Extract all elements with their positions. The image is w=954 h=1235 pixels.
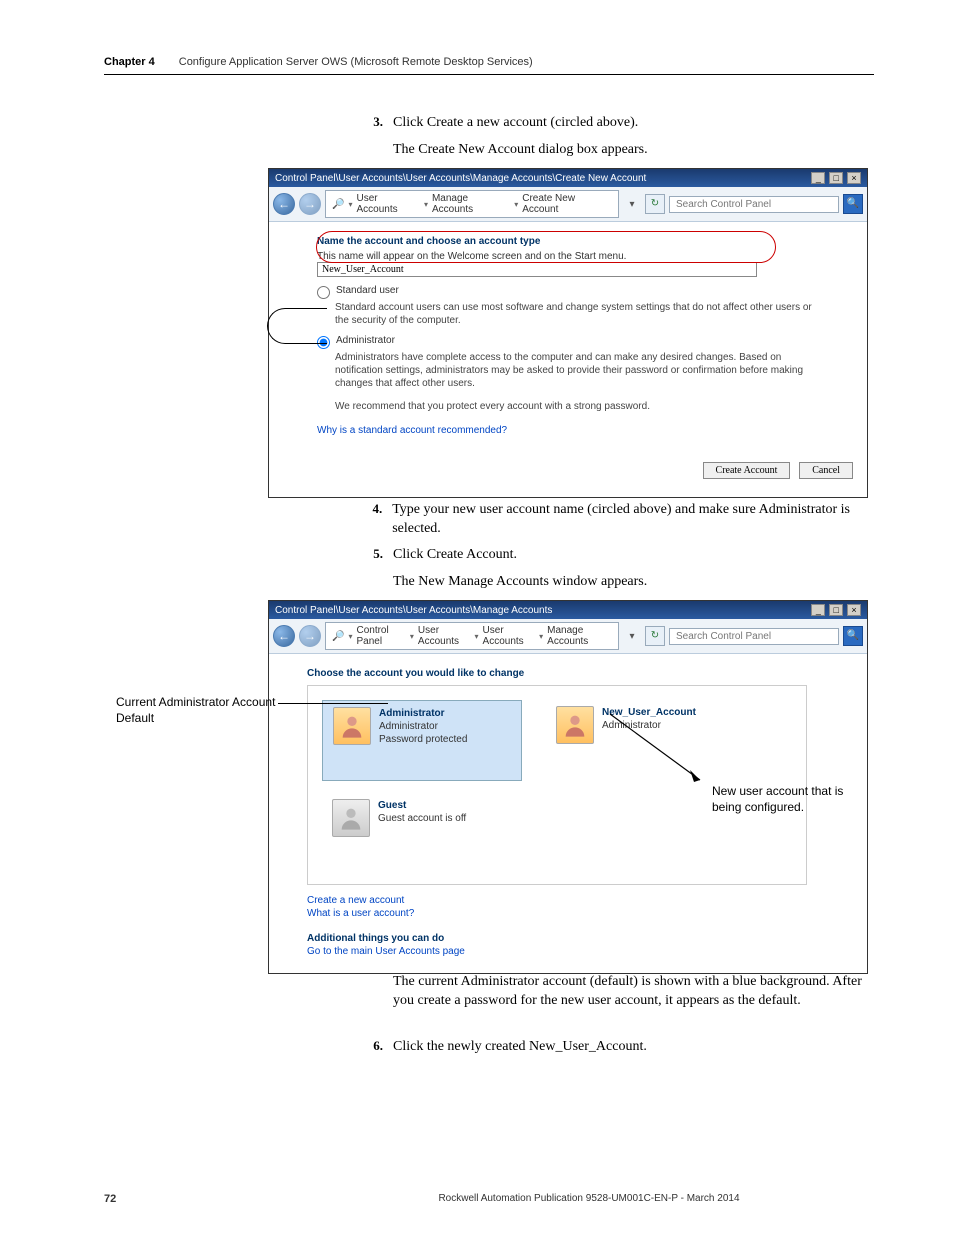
administrator-label: Administrator: [336, 335, 395, 346]
minimize-icon[interactable]: _: [811, 604, 825, 616]
standard-user-label: Standard user: [336, 285, 399, 296]
create-account-window: Control Panel\User Accounts\User Account…: [268, 168, 868, 498]
close-icon[interactable]: ×: [847, 172, 861, 184]
history-dropdown-icon[interactable]: ▾: [623, 631, 641, 642]
step-text: Type your new user account name (circled…: [392, 501, 877, 539]
search-input[interactable]: Search Control Panel: [669, 628, 839, 645]
search-icon[interactable]: 🔍: [843, 194, 863, 214]
publication-info: Rockwell Automation Publication 9528-UM0…: [304, 1193, 874, 1205]
breadcrumb[interactable]: 🔎▾ User Accounts▾ Manage Accounts▾ Creat…: [325, 190, 619, 218]
account-tile-newuser[interactable]: New_User_Account Administrator: [546, 700, 746, 781]
forward-button[interactable]: →: [299, 193, 321, 215]
back-button[interactable]: ←: [273, 193, 295, 215]
new-user-annotation: New user account that is being configure…: [712, 784, 862, 815]
dialog-heading: Choose the account you would like to cha…: [307, 668, 829, 679]
window-title: Control Panel\User Accounts\User Account…: [275, 173, 646, 184]
account-tile-guest[interactable]: Guest Guest account is off: [322, 793, 522, 871]
step-subtext: The New Manage Accounts window appears.: [393, 573, 647, 592]
refresh-icon[interactable]: ↻: [645, 194, 665, 214]
search-icon[interactable]: 🔍: [843, 626, 863, 646]
minimize-icon[interactable]: _: [811, 172, 825, 184]
step-number: 5.: [367, 546, 383, 592]
maximize-icon[interactable]: □: [829, 604, 843, 616]
account-role: Guest account is off: [378, 812, 466, 825]
standard-user-desc: Standard account users can use most soft…: [335, 301, 819, 327]
step-text: Click Create a new account (circled abov…: [393, 114, 648, 133]
chapter-label: Chapter 4: [104, 56, 155, 68]
account-role: Administrator: [379, 720, 467, 733]
maximize-icon[interactable]: □: [829, 172, 843, 184]
close-icon[interactable]: ×: [847, 604, 861, 616]
password-recommend: We recommend that you protect every acco…: [335, 400, 819, 413]
account-name: New_User_Account: [602, 706, 696, 719]
forward-button[interactable]: →: [299, 625, 321, 647]
admin-default-annotation: Current Administrator Account Default: [116, 695, 276, 726]
breadcrumb[interactable]: 🔎▾ Control Panel▾ User Accounts▾ User Ac…: [325, 622, 619, 650]
callout-bracket: [267, 308, 327, 344]
administrator-desc: Administrators have complete access to t…: [335, 351, 819, 390]
why-standard-link[interactable]: Why is a standard account recommended?: [317, 425, 819, 436]
search-input[interactable]: Search Control Panel: [669, 196, 839, 213]
create-account-button[interactable]: Create Account: [703, 462, 791, 479]
annotation-line: [278, 703, 388, 704]
step-number: 6.: [367, 1038, 383, 1057]
account-name-input[interactable]: [317, 262, 757, 277]
standard-user-radio[interactable]: [317, 286, 330, 299]
window-controls: _ □ ×: [810, 604, 861, 616]
step-text: Click Create Account.: [393, 546, 647, 565]
main-user-accounts-link[interactable]: Go to the main User Accounts page: [307, 946, 829, 957]
cancel-button[interactable]: Cancel: [799, 462, 853, 479]
additional-heading: Additional things you can do: [307, 933, 829, 944]
avatar-icon: [556, 706, 594, 744]
dialog-subtext: This name will appear on the Welcome scr…: [317, 251, 819, 262]
what-is-account-link[interactable]: What is a user account?: [307, 908, 829, 919]
refresh-icon[interactable]: ↻: [645, 626, 665, 646]
create-new-account-link[interactable]: Create a new account: [307, 895, 829, 906]
account-tile-admin[interactable]: Administrator Administrator Password pro…: [322, 700, 522, 781]
window-controls: _ □ ×: [810, 172, 861, 184]
account-name: Administrator: [379, 707, 467, 720]
account-role: Administrator: [602, 719, 696, 732]
account-name: Guest: [378, 799, 466, 812]
avatar-icon: [332, 799, 370, 837]
step-text: Click the newly created New_User_Account…: [393, 1038, 647, 1057]
step-number: 3.: [367, 114, 383, 160]
account-status: Password protected: [379, 733, 467, 746]
body-paragraph: The current Administrator account (defau…: [393, 973, 863, 1011]
avatar-icon: [333, 707, 371, 745]
step-subtext: The Create New Account dialog box appear…: [393, 141, 648, 160]
step-number: 4.: [367, 501, 382, 539]
window-title: Control Panel\User Accounts\User Account…: [275, 605, 552, 616]
history-dropdown-icon[interactable]: ▾: [623, 199, 641, 210]
dialog-heading: Name the account and choose an account t…: [317, 236, 819, 247]
chapter-title: Configure Application Server OWS (Micros…: [179, 56, 533, 68]
back-button[interactable]: ←: [273, 625, 295, 647]
page-number: 72: [104, 1193, 304, 1205]
header-rule: [104, 74, 874, 75]
